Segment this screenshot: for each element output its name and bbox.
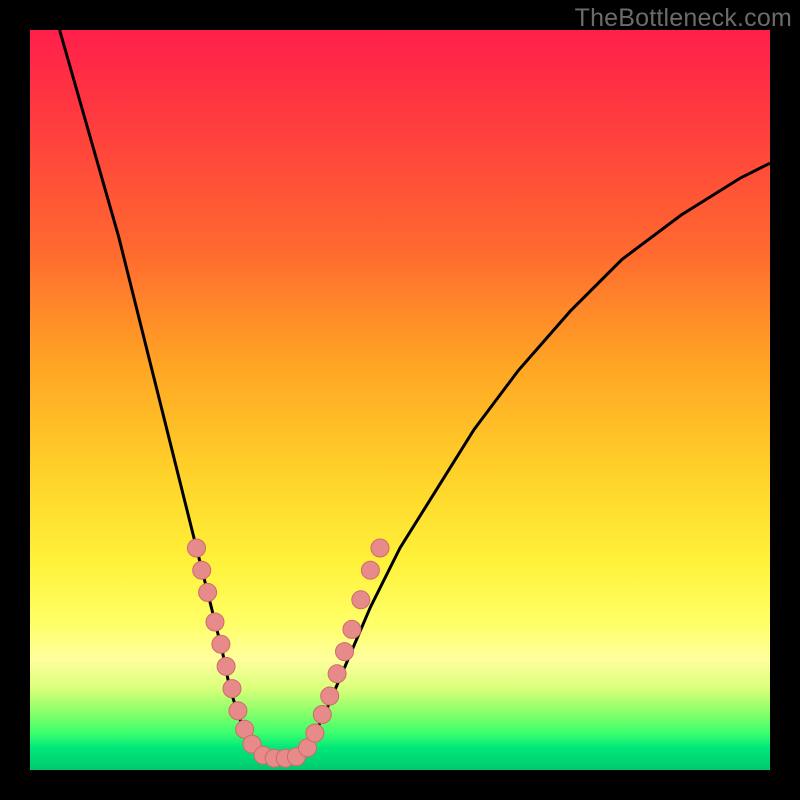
marker-dot [343, 620, 361, 638]
marker-dot [193, 561, 211, 579]
curve-group [60, 30, 770, 759]
marker-dot [229, 702, 247, 720]
marker-dot [206, 613, 224, 631]
marker-dot [306, 724, 324, 742]
outer-frame: TheBottleneck.com [0, 0, 800, 800]
marker-dot [217, 657, 235, 675]
marker-dot [223, 680, 241, 698]
marker-dot [188, 539, 206, 557]
marker-group [188, 539, 390, 767]
marker-dot [313, 706, 331, 724]
marker-dot [212, 635, 230, 653]
curve-right-path [304, 163, 770, 755]
watermark-text: TheBottleneck.com [575, 4, 792, 33]
marker-dot [336, 643, 354, 661]
marker-dot [199, 583, 217, 601]
marker-dot [361, 561, 379, 579]
chart-svg [30, 30, 770, 770]
marker-dot [328, 665, 346, 683]
marker-dot [352, 591, 370, 609]
marker-dot [371, 539, 389, 557]
plot-area [30, 30, 770, 770]
marker-dot [321, 687, 339, 705]
